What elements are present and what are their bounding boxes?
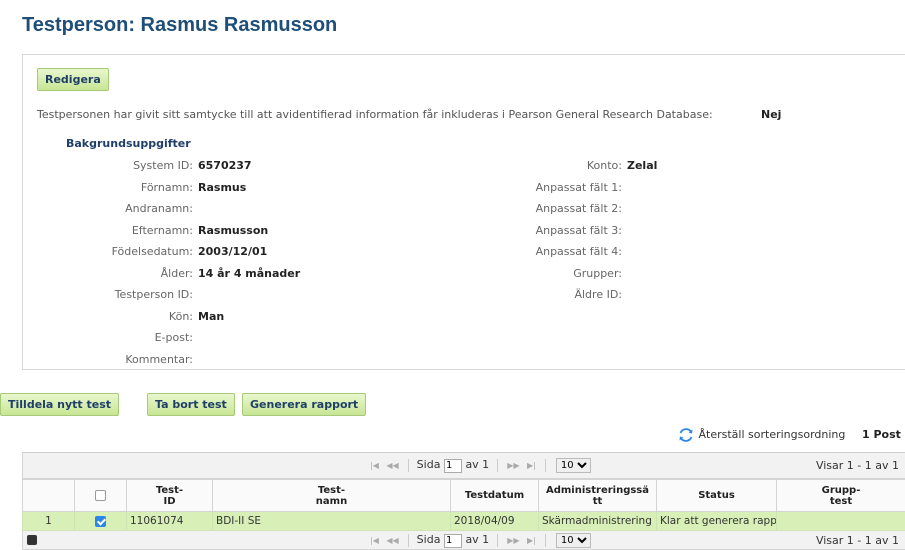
right-field-label: Anpassat fält 3: [536,224,622,237]
next-page-icon[interactable]: ▶▶ [505,461,521,470]
column-header[interactable]: Status [657,480,777,512]
column-header[interactable]: Test-namn [213,480,451,512]
left-field-row: Kön: Man [23,310,903,324]
assign-new-test-button[interactable]: Tilldela nytt test [0,393,119,416]
admin-method-cell: Skärmadministrering [539,512,657,531]
page-size-select[interactable]: 10 [556,533,591,548]
right-field-label: Anpassat fält 4: [536,245,622,258]
right-field-row: Anpassat fält 4: [23,245,903,259]
pager: |◀ ◀◀ Sida av 1 ▶▶ ▶| 10 [368,458,593,474]
page-label: Sida [417,458,441,471]
first-page-icon[interactable]: |◀ [368,536,381,545]
generate-report-button[interactable]: Generera rapport [242,393,366,416]
divider [545,534,546,547]
bottom-pager-bar: |◀ ◀◀ Sida av 1 ▶▶ ▶| 10 Visar 1 - 1 av … [22,531,905,550]
right-field-row: Anpassat fält 3: [23,224,903,238]
person-details-panel: Redigera Testpersonen har givit sitt sam… [22,54,905,370]
top-pager-bar: |◀ ◀◀ Sida av 1 ▶▶ ▶| 10 Visar 1 - 1 av … [22,453,905,479]
test-date-cell: 2018/04/09 [451,512,539,531]
edit-button[interactable]: Redigera [37,68,109,91]
refresh-icon [677,426,695,444]
column-header[interactable]: Test-ID [127,480,213,512]
left-field-label: Kön: [169,310,193,323]
right-field-label: Anpassat fält 1: [536,181,622,194]
left-field-label: Kommentar: [125,353,193,366]
left-field-row: E-post: [23,331,903,345]
last-page-icon[interactable]: ▶| [525,536,538,545]
reset-sort-link[interactable]: Återställ sorteringsordning [677,426,845,444]
page-label: Sida [417,533,441,546]
left-field-label: E-post: [155,331,193,344]
status-cell: Klar att generera rapp [657,512,777,531]
first-page-icon[interactable]: |◀ [368,461,381,470]
test-table: Test-IDTest-namnTestdatumAdministrerings… [22,479,905,531]
divider [497,459,498,472]
column-header[interactable] [75,480,127,512]
right-field-label: Konto: [587,159,622,172]
table-row[interactable]: 1 11061074BDI-II SE2018/04/09Skärmadminis… [23,512,905,531]
test-name-cell: BDI-II SE [213,512,451,531]
page-title: Testperson: Rasmus Rasmusson [22,14,337,37]
right-field-row: Grupper: [23,267,903,281]
prev-page-icon[interactable]: ◀◀ [384,536,400,545]
left-field-value: Man [198,310,224,323]
remove-test-button[interactable]: Ta bort test [147,393,235,416]
divider [497,534,498,547]
last-page-icon[interactable]: ▶| [525,461,538,470]
page-input[interactable] [444,534,462,548]
test-grid: |◀ ◀◀ Sida av 1 ▶▶ ▶| 10 Visar 1 - 1 av … [22,452,905,550]
divider [408,459,409,472]
right-field-row: Anpassat fält 1: [23,181,903,195]
columns-icon[interactable] [27,535,37,545]
test-id-cell: 11061074 [127,512,213,531]
page-input[interactable] [444,459,462,473]
reset-sort-label: Återställ sorteringsordning [699,428,846,441]
column-header[interactable] [23,480,75,512]
row-number-cell: 1 [23,512,75,531]
background-section-title: Bakgrundsuppgifter [66,137,191,150]
divider [545,459,546,472]
row-checkbox[interactable] [95,516,106,527]
page-of-label: av 1 [465,533,489,546]
right-field-value: Zelal [627,159,657,172]
divider [408,534,409,547]
post-count: 1 Post [862,428,901,441]
right-field-row: Anpassat fält 2: [23,202,903,216]
right-field-label: Äldre ID: [574,288,622,301]
column-header[interactable]: Administreringssätt [539,480,657,512]
right-field-label: Anpassat fält 2: [536,202,622,215]
column-header[interactable]: Testdatum [451,480,539,512]
consent-text: Testpersonen har givit sitt samtycke til… [37,108,713,121]
next-page-icon[interactable]: ▶▶ [505,536,521,545]
group-test-cell [777,512,905,531]
pager-info: Visar 1 - 1 av 1 [816,534,899,547]
left-field-row: Kommentar: [23,353,903,367]
page-of-label: av 1 [465,458,489,471]
prev-page-icon[interactable]: ◀◀ [384,461,400,470]
pager-bottom: |◀ ◀◀ Sida av 1 ▶▶ ▶| 10 [368,533,593,549]
select-all-checkbox[interactable] [95,490,106,501]
right-field-row: Äldre ID: [23,288,903,302]
page-size-select[interactable]: 10 [556,458,591,473]
checkbox-cell [75,512,127,531]
consent-value: Nej [761,108,781,121]
right-field-row: Konto: Zelal [23,159,903,173]
pager-info: Visar 1 - 1 av 1 [816,459,899,472]
right-field-label: Grupper: [573,267,622,280]
column-header[interactable]: Grupp-test [777,480,905,512]
